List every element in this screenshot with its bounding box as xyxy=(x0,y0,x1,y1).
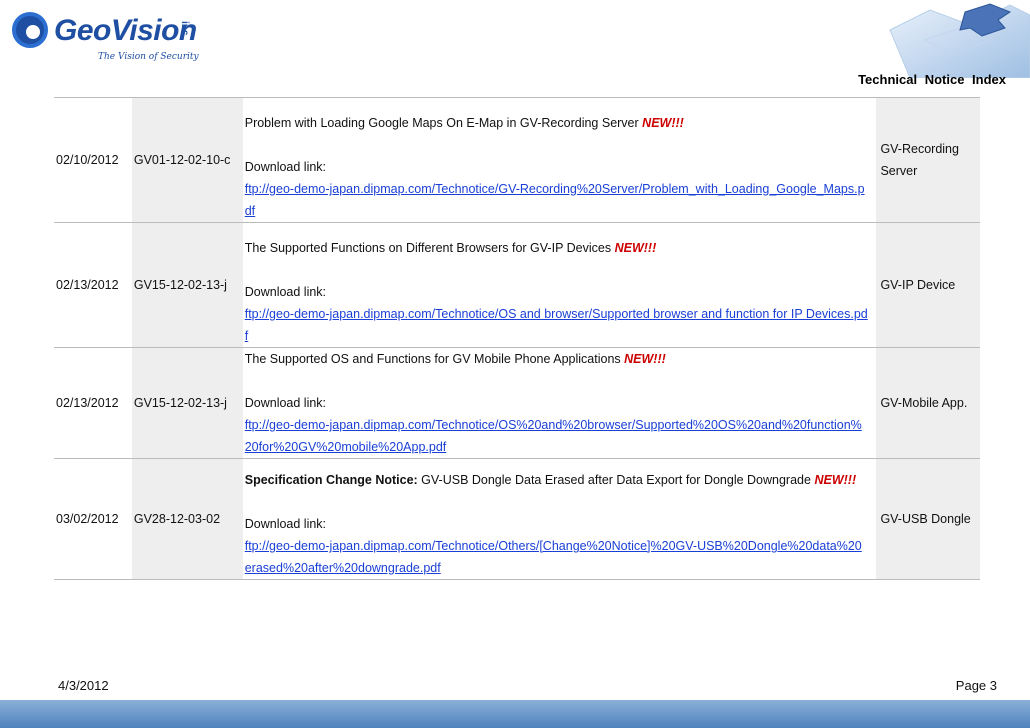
notice-id: GV01-12-02-10-c xyxy=(131,97,243,223)
logo-inc: inc xyxy=(179,21,190,36)
notice-description: Problem with Loading Google Maps On E-Ma… xyxy=(242,97,877,223)
logo-tagline: The Vision of Security xyxy=(98,52,199,62)
notice-description: The Supported Functions on Different Bro… xyxy=(242,222,877,348)
notice-id: GV15-12-02-13-j xyxy=(131,222,243,348)
notice-product: GV-IP Device xyxy=(876,222,980,348)
notice-date: 02/10/2012 xyxy=(54,97,132,223)
download-link[interactable]: ftp://geo-demo-japan.dipmap.com/Technoti… xyxy=(245,303,875,347)
technical-notice-table: 02/10/2012 GV01-12-02-10-c Problem with … xyxy=(54,97,980,580)
download-label: Download link: xyxy=(244,517,327,531)
download-label: Download link: xyxy=(244,285,327,299)
document-title: Technical Notice Index xyxy=(858,72,1006,87)
page-number: Page 3 xyxy=(955,678,997,693)
notice-id: GV28-12-03-02 xyxy=(131,458,243,580)
footer-date: 4/3/2012 xyxy=(58,678,109,693)
new-badge: NEW!!! xyxy=(624,352,666,366)
table-row: 02/13/2012 GV15-12-02-13-j The Supported… xyxy=(54,347,980,459)
new-badge: NEW!!! xyxy=(814,473,857,487)
notice-date: 02/13/2012 xyxy=(54,347,132,459)
notice-title-text: The Supported Functions on Different Bro… xyxy=(244,241,612,255)
notice-title: Problem with Loading Google Maps On E-Ma… xyxy=(245,112,875,134)
notice-title-prefix: Specification Change Notice: xyxy=(244,473,418,487)
notice-date: 02/13/2012 xyxy=(54,222,132,348)
download-link[interactable]: ftp://geo-demo-japan.dipmap.com/Technoti… xyxy=(245,178,875,222)
notice-product: GV-Recording Server xyxy=(876,97,980,223)
notice-title: The Supported Functions on Different Bro… xyxy=(245,237,875,259)
notice-product: GV-Mobile App. xyxy=(876,347,980,459)
notice-title-text: Problem with Loading Google Maps On E-Ma… xyxy=(244,116,639,130)
footer-bar xyxy=(0,700,1030,728)
table-row: 02/13/2012 GV15-12-02-13-j The Supported… xyxy=(54,222,980,348)
geovision-logo-icon xyxy=(12,12,48,48)
notice-title-text: The Supported OS and Functions for GV Mo… xyxy=(244,352,621,366)
notice-id: GV15-12-02-13-j xyxy=(131,347,243,459)
notice-title: The Supported OS and Functions for GV Mo… xyxy=(245,348,875,370)
table-row: 02/10/2012 GV01-12-02-10-c Problem with … xyxy=(54,97,980,223)
download-link[interactable]: ftp://geo-demo-japan.dipmap.com/Technoti… xyxy=(245,535,875,579)
table-row: 03/02/2012 GV28-12-03-02 Specification C… xyxy=(54,458,980,580)
notice-date: 03/02/2012 xyxy=(54,458,132,580)
puzzle-pieces-icon xyxy=(889,3,1030,78)
new-badge: NEW!!! xyxy=(642,116,684,130)
notice-title-text: GV-USB Dongle Data Erased after Data Exp… xyxy=(421,473,811,487)
notice-description: The Supported OS and Functions for GV Mo… xyxy=(242,347,877,459)
notice-product: GV-USB Dongle xyxy=(876,458,980,580)
download-link[interactable]: ftp://geo-demo-japan.dipmap.com/Technoti… xyxy=(245,414,875,458)
download-label: Download link: xyxy=(244,160,327,174)
notice-title: Specification Change Notice: GV-USB Dong… xyxy=(245,469,875,491)
notice-description: Specification Change Notice: GV-USB Dong… xyxy=(242,458,877,580)
new-badge: NEW!!! xyxy=(614,241,657,255)
geovision-logo: GeoVision inc The Vision of Security xyxy=(12,8,212,66)
download-label: Download link: xyxy=(244,396,327,410)
logo-wordmark: GeoVision xyxy=(54,14,197,47)
